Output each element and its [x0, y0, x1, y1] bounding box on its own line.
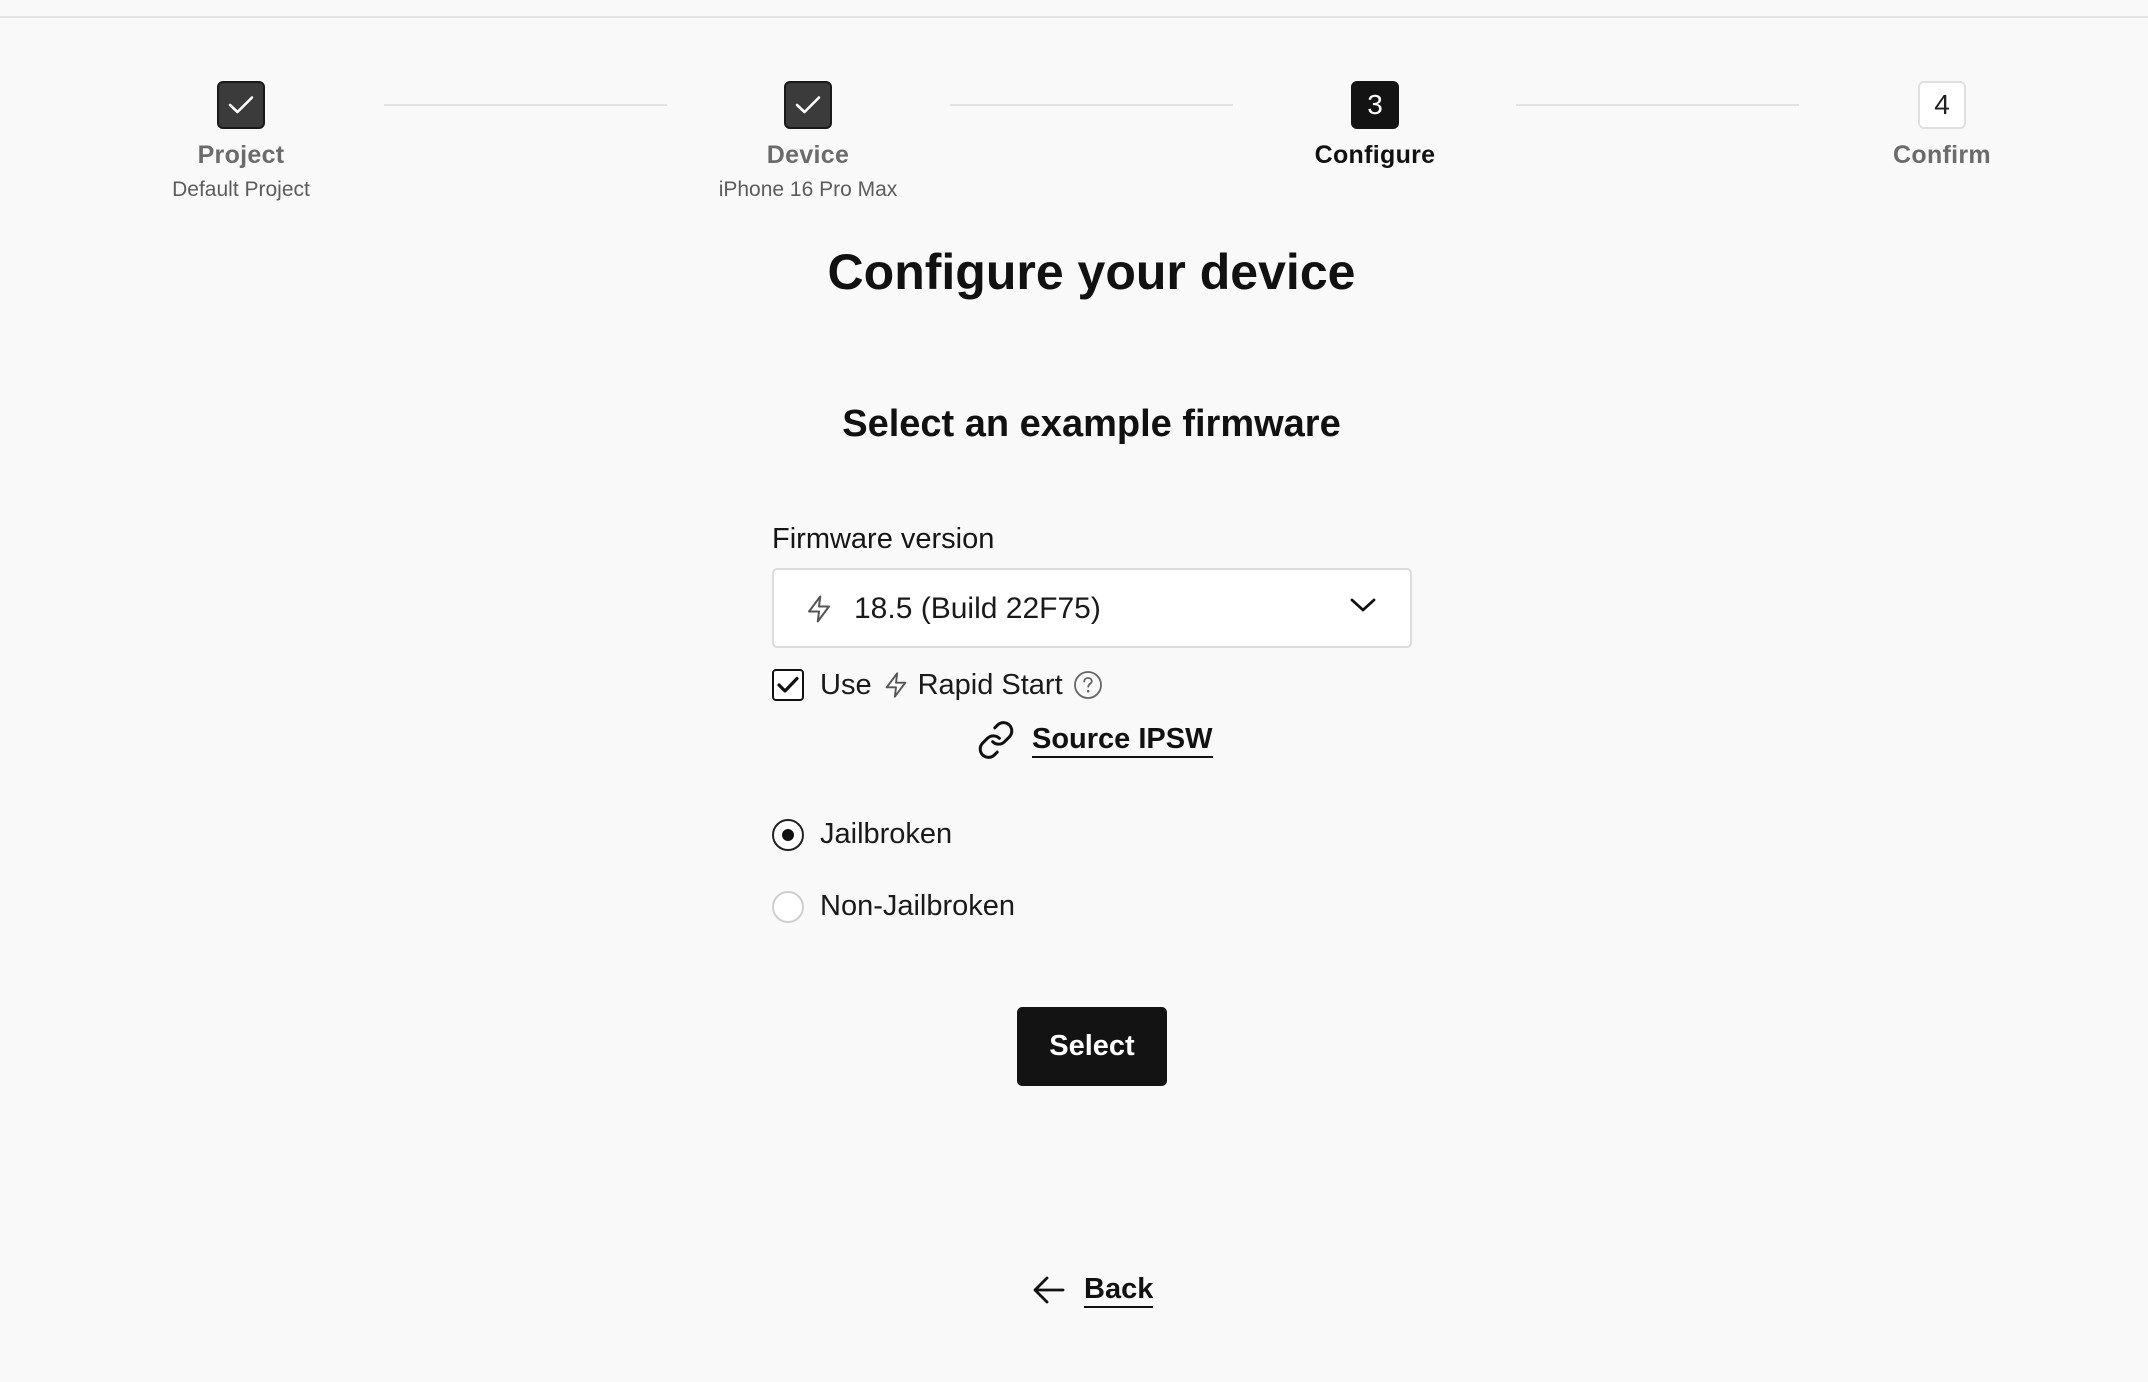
- step-confirm: 4 Confirm: [1792, 81, 2092, 170]
- link-icon: [976, 720, 1016, 760]
- select-button[interactable]: Select: [1017, 1007, 1167, 1086]
- page-title: Configure your device: [827, 244, 1356, 300]
- rapid-start-option: Use Rapid Start: [772, 668, 1103, 702]
- rapid-start-label: Rapid Start: [917, 668, 1063, 701]
- source-ipsw-label: Source IPSW: [1032, 722, 1213, 758]
- step-project[interactable]: Project Default Project: [91, 81, 391, 202]
- jailbroken-radio[interactable]: [772, 818, 804, 851]
- step-sublabel: Default Project: [172, 178, 310, 201]
- question-circle-icon[interactable]: [1073, 670, 1103, 700]
- non-jailbroken-radio[interactable]: [772, 890, 804, 923]
- jailbroken-option[interactable]: Jailbroken: [772, 818, 952, 851]
- firmware-version-label: Firmware version: [772, 523, 995, 555]
- configure-device-page: Project Default Project Device iPhone 16…: [0, 0, 2148, 1382]
- rapid-start-checkbox[interactable]: [772, 669, 804, 701]
- section-subtitle: Select an example firmware: [842, 403, 1341, 445]
- step-sublabel: iPhone 16 Pro Max: [718, 178, 898, 201]
- rapid-start-prefix: Use: [820, 668, 872, 701]
- step-number: 3: [1351, 81, 1399, 129]
- step-label: Confirm: [1893, 141, 1991, 169]
- step-connector: [384, 104, 667, 106]
- non-jailbroken-option[interactable]: Non-Jailbroken: [772, 890, 1015, 923]
- step-label: Device: [766, 141, 850, 169]
- step-complete-check-icon: [217, 81, 265, 129]
- top-divider: [0, 16, 2148, 18]
- back-link[interactable]: Back: [1032, 1268, 1154, 1312]
- step-configure: 3 Configure: [1225, 81, 1525, 170]
- lightning-bolt-icon: [804, 592, 834, 631]
- source-ipsw-link[interactable]: Source IPSW: [976, 718, 1213, 762]
- jailbroken-label: Jailbroken: [820, 818, 953, 850]
- step-connector: [1516, 104, 1799, 106]
- step-label: Project: [197, 141, 285, 169]
- step-number: 4: [1918, 81, 1966, 129]
- arrow-left-icon: [1032, 1275, 1066, 1305]
- non-jailbroken-label: Non-Jailbroken: [820, 890, 1016, 922]
- step-connector: [950, 104, 1233, 106]
- step-complete-check-icon: [784, 81, 832, 129]
- chevron-down-icon: [1350, 597, 1376, 618]
- lightning-bolt-icon: [882, 669, 910, 701]
- firmware-selected-value: 18.5 (Build 22F75): [854, 592, 1101, 625]
- step-device[interactable]: Device iPhone 16 Pro Max: [658, 81, 958, 202]
- step-label: Configure: [1314, 141, 1436, 169]
- firmware-version-select[interactable]: 18.5 (Build 22F75): [772, 568, 1412, 648]
- back-label: Back: [1084, 1272, 1154, 1308]
